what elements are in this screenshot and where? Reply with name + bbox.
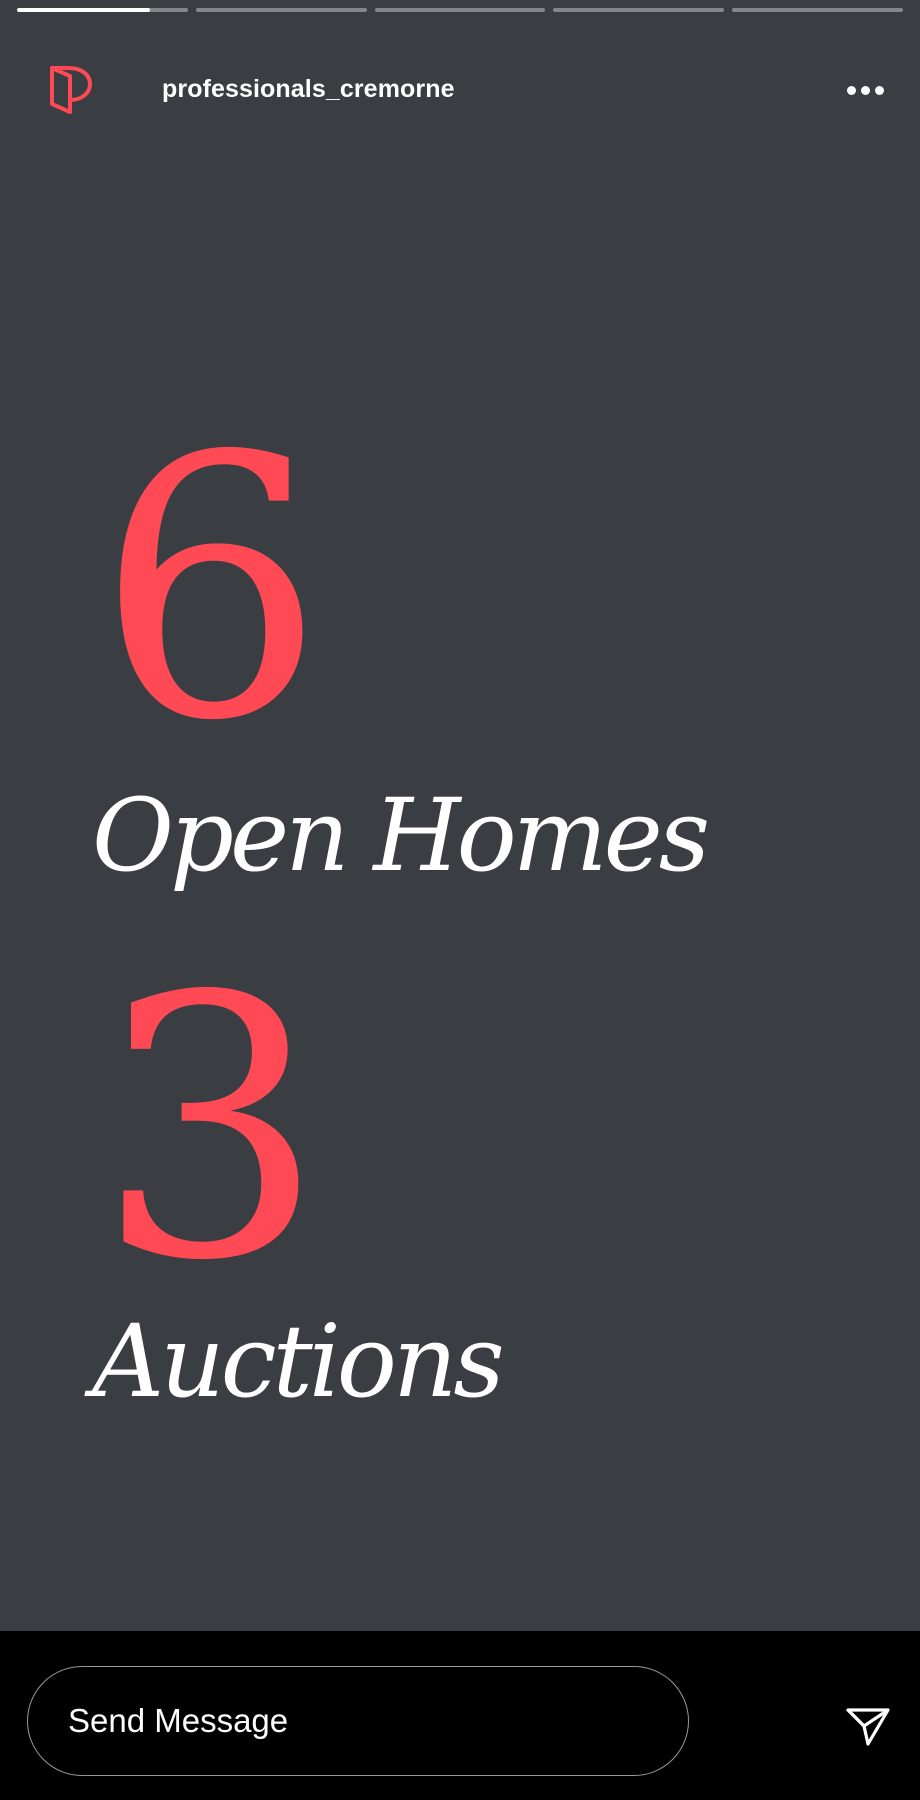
auctions-label: Auctions bbox=[92, 1303, 505, 1420]
progress-fill bbox=[17, 8, 151, 12]
open-homes-count: 6 bbox=[96, 380, 325, 799]
dot bbox=[874, 85, 884, 95]
send-message-input[interactable] bbox=[27, 1666, 689, 1776]
avatar-logo-svg bbox=[50, 66, 92, 114]
send-icon-svg bbox=[846, 1708, 890, 1746]
dot bbox=[860, 85, 870, 95]
progress-segment bbox=[17, 8, 188, 12]
progress-segment bbox=[374, 8, 546, 12]
more-dots-icon[interactable] bbox=[840, 70, 890, 110]
story-progress bbox=[17, 8, 903, 12]
message-bar bbox=[0, 1631, 920, 1800]
story-username[interactable]: professionals_cremorne bbox=[162, 75, 455, 104]
dot bbox=[846, 85, 856, 95]
send-paper-plane-icon[interactable] bbox=[838, 1697, 898, 1757]
progress-segment bbox=[553, 8, 725, 12]
story-view[interactable]: professionals_cremorne 6 Open Homes 3 Au… bbox=[0, 0, 920, 1631]
story-header: professionals_cremorne bbox=[0, 50, 920, 130]
open-homes-label: Open Homes bbox=[92, 777, 710, 894]
auctions-count: 3 bbox=[96, 920, 325, 1339]
progress-segment bbox=[195, 8, 367, 12]
professionals-logo-icon[interactable] bbox=[46, 62, 102, 118]
progress-segment bbox=[732, 8, 903, 12]
